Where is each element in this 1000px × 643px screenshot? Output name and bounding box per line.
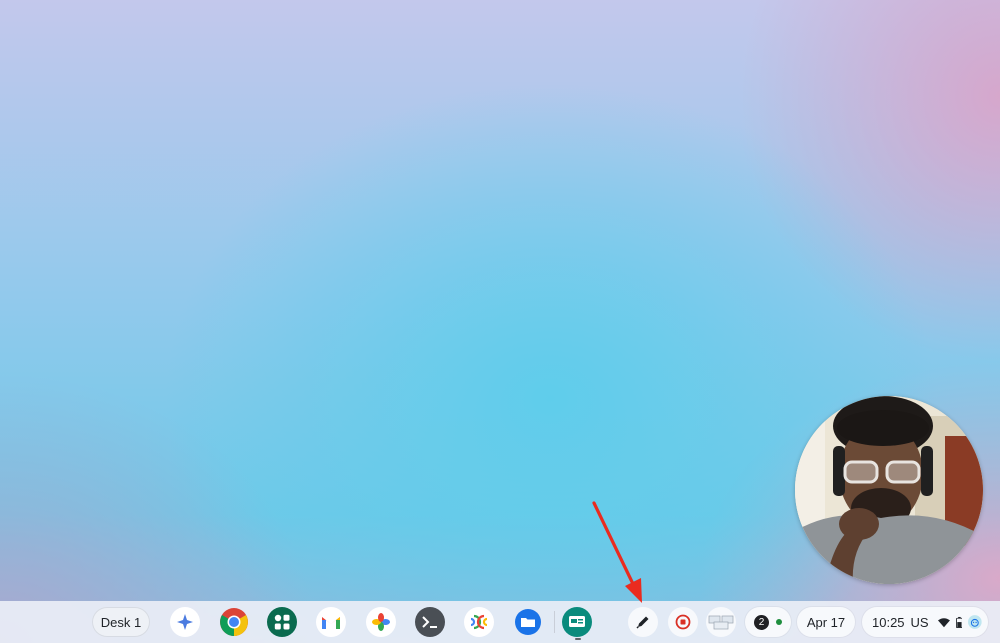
terminal-app[interactable] <box>415 607 445 637</box>
photos-icon <box>372 613 390 631</box>
running-indicator <box>575 638 581 640</box>
stop-record-icon <box>675 614 691 630</box>
launcher-icon <box>177 614 193 630</box>
chromecast-app[interactable] <box>464 607 494 637</box>
person-video-frame <box>795 396 983 584</box>
annotator-button[interactable] <box>628 607 658 637</box>
gmail-app[interactable] <box>316 607 346 637</box>
avatar-icon <box>968 615 982 629</box>
app-grid-app[interactable] <box>267 607 297 637</box>
photos-app[interactable] <box>366 607 396 637</box>
notification-center-button[interactable]: 2 <box>745 607 791 637</box>
pen-icon <box>636 616 649 629</box>
app-grid-icon <box>274 614 290 630</box>
desk-label: Desk 1 <box>100 614 142 630</box>
status-tray-button[interactable]: 10:25 US <box>862 607 988 637</box>
chrome-app[interactable] <box>219 607 249 637</box>
battery-icon <box>955 616 963 628</box>
gmail-icon <box>322 617 340 629</box>
screen-app[interactable] <box>562 607 592 637</box>
chrome-icon <box>220 608 248 636</box>
status-dot <box>776 619 782 625</box>
date-label: Apr 17 <box>806 614 846 630</box>
cast-icon <box>470 614 488 630</box>
camera-preview[interactable] <box>795 396 983 584</box>
terminal-icon <box>422 616 437 628</box>
files-icon <box>515 609 541 635</box>
stop-recording-button[interactable] <box>668 607 698 637</box>
clock-time: 10:25 <box>872 614 905 630</box>
holding-space-button[interactable] <box>706 607 736 637</box>
shelf-divider <box>554 611 555 633</box>
notification-count: 2 <box>754 614 769 630</box>
files-app[interactable] <box>513 607 543 637</box>
input-method-label: US <box>910 614 929 630</box>
thumbnails-icon <box>708 615 734 630</box>
launcher-button[interactable] <box>170 607 200 637</box>
wifi-icon <box>937 617 950 627</box>
presentation-icon <box>562 607 592 637</box>
date-tray-button[interactable]: Apr 17 <box>797 607 855 637</box>
desk-button[interactable]: Desk 1 <box>92 607 150 637</box>
